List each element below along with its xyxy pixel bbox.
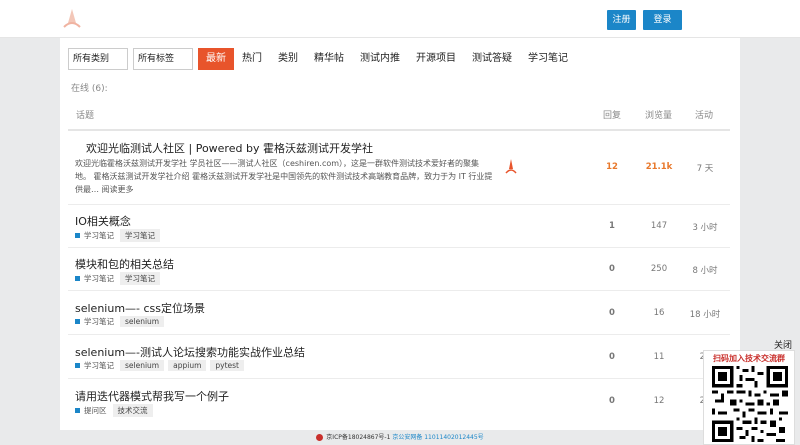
tag-label[interactable]: appium <box>168 360 207 371</box>
view-count: 21.1k <box>645 162 673 172</box>
register-button[interactable]: 注册 <box>607 10 636 30</box>
table-row[interactable]: 模块和包的相关总结 学习笔记 学习笔记 0 250 8 小时 <box>68 248 730 291</box>
header-topic[interactable]: 话题 <box>76 108 94 121</box>
header-views[interactable]: 浏览量 <box>645 108 672 121</box>
table-row[interactable]: selenium—- css定位场景 学习笔记 selenium 0 16 18… <box>68 291 730 335</box>
poster-avatar-icon[interactable] <box>504 158 518 176</box>
reply-count: 1 <box>609 221 615 231</box>
category-color-icon <box>75 363 80 368</box>
nav-item-latest[interactable]: 最新 <box>198 48 234 70</box>
nav-item-featured[interactable]: 精华帖 <box>306 48 352 70</box>
reply-count: 12 <box>606 162 618 172</box>
qr-title: 扫码加入技术交流群 <box>713 354 785 363</box>
category-color-icon <box>75 276 80 281</box>
nav-item-hot[interactable]: 热门 <box>234 48 270 70</box>
nav-item-referrals[interactable]: 测试内推 <box>352 48 408 70</box>
topic-title[interactable]: selenium—-测试人论坛搜索功能实战作业总结 <box>75 344 305 360</box>
table-row[interactable]: selenium—-测试人论坛搜索功能实战作业总结 学习笔记 selenium … <box>68 335 730 379</box>
tag-label[interactable]: 技术交流 <box>112 404 153 417</box>
view-count: 16 <box>653 308 665 318</box>
view-count: 250 <box>650 264 668 274</box>
topic-title[interactable]: IO相关概念 <box>75 213 131 229</box>
topic-title[interactable]: 欢迎光临测试人社区 | Powered by 霍格沃兹测试开发学社 <box>86 140 373 156</box>
table-row[interactable]: IO相关概念 学习笔记 学习笔记 1 147 3 小时 <box>68 205 730 248</box>
reply-count: 0 <box>609 396 615 406</box>
topic-nav: 最新 热门 类别 精华帖 测试内推 开源项目 测试答疑 学习笔记 <box>198 48 576 70</box>
reply-count: 0 <box>609 264 615 274</box>
police-record[interactable]: 京公安网备 11011402012445号 <box>392 434 483 441</box>
topic-tags: 学习笔记 学习笔记 <box>75 272 164 285</box>
qr-box: 扫码加入技术交流群 <box>703 350 795 445</box>
login-button[interactable]: 登录 <box>643 10 682 30</box>
topic-tags: 提问区 技术交流 <box>75 404 157 417</box>
site-footer: 京ICP备18024867号-1 京公安网备 11011402012445号 <box>0 430 800 445</box>
header-replies[interactable]: 回复 <box>603 108 621 121</box>
category-label[interactable]: 学习笔记 <box>84 316 114 327</box>
nav-item-qa[interactable]: 测试答疑 <box>464 48 520 70</box>
activity-time[interactable]: 3 小时 <box>685 221 725 233</box>
category-label[interactable]: 提问区 <box>84 405 107 416</box>
topic-list-panel: 所有类别 所有标签 最新 热门 类别 精华帖 测试内推 开源项目 测试答疑 学习… <box>60 38 740 430</box>
category-color-icon <box>75 408 80 413</box>
category-color-icon <box>75 233 80 238</box>
view-count: 12 <box>653 396 665 406</box>
category-label[interactable]: 学习笔记 <box>84 230 114 241</box>
topic-title[interactable]: 请用迭代器模式帮我写一个例子 <box>75 388 229 404</box>
police-badge-icon <box>316 434 324 441</box>
online-users-count: 在线 (6): <box>71 84 108 94</box>
activity-time[interactable]: 8 小时 <box>685 264 725 276</box>
qr-code-icon <box>712 366 788 442</box>
qr-popup: 关闭 扫码加入技术交流群 <box>703 338 795 445</box>
reply-count: 0 <box>609 308 615 318</box>
top-bar: 注册 登录 <box>0 0 800 38</box>
category-label[interactable]: 学习笔记 <box>84 360 114 371</box>
activity-time[interactable]: 18 小时 <box>685 308 725 320</box>
table-row[interactable]: 欢迎光临测试人社区 | Powered by 霍格沃兹测试开发学社 欢迎光临霍格… <box>68 131 730 205</box>
tag-label[interactable]: pytest <box>210 360 244 371</box>
topic-tags: 学习笔记 学习笔记 <box>75 229 164 242</box>
nav-item-categories[interactable]: 类别 <box>270 48 306 70</box>
filter-bar: 所有类别 所有标签 最新 热门 类别 精华帖 测试内推 开源项目 测试答疑 学习… <box>68 48 576 70</box>
nav-item-notes[interactable]: 学习笔记 <box>520 48 576 70</box>
nav-item-open-source[interactable]: 开源项目 <box>408 48 464 70</box>
icp-license[interactable]: 京ICP备18024867号-1 <box>326 434 390 441</box>
tag-select[interactable]: 所有标签 <box>133 48 193 70</box>
topic-excerpt: 欢迎光临霍格沃兹测试开发学社 学员社区——测试人社区（ceshiren.com）… <box>75 159 493 194</box>
topic-tags: 学习笔记 selenium <box>75 316 168 327</box>
topic-tags: 学习笔记 selenium appium pytest <box>75 360 248 371</box>
category-select[interactable]: 所有类别 <box>68 48 128 70</box>
category-color-icon <box>75 319 80 324</box>
category-label[interactable]: 学习笔记 <box>84 273 114 284</box>
view-count: 147 <box>650 221 668 231</box>
topic-title[interactable]: selenium—- css定位场景 <box>75 300 205 316</box>
tag-label[interactable]: selenium <box>120 360 165 371</box>
table-row[interactable]: 请用迭代器模式帮我写一个例子 提问区 技术交流 0 12 20 <box>68 379 730 423</box>
view-count: 11 <box>653 352 665 362</box>
header-activity[interactable]: 活动 <box>695 108 713 121</box>
activity-time[interactable]: 7 天 <box>685 162 725 174</box>
tag-label[interactable]: 学习笔记 <box>120 272 160 285</box>
tag-label[interactable]: selenium <box>120 316 165 327</box>
topic-title[interactable]: 模块和包的相关总结 <box>75 256 174 272</box>
reply-count: 0 <box>609 352 615 362</box>
site-logo-icon[interactable] <box>58 7 86 31</box>
tag-label[interactable]: 学习笔记 <box>120 229 160 242</box>
